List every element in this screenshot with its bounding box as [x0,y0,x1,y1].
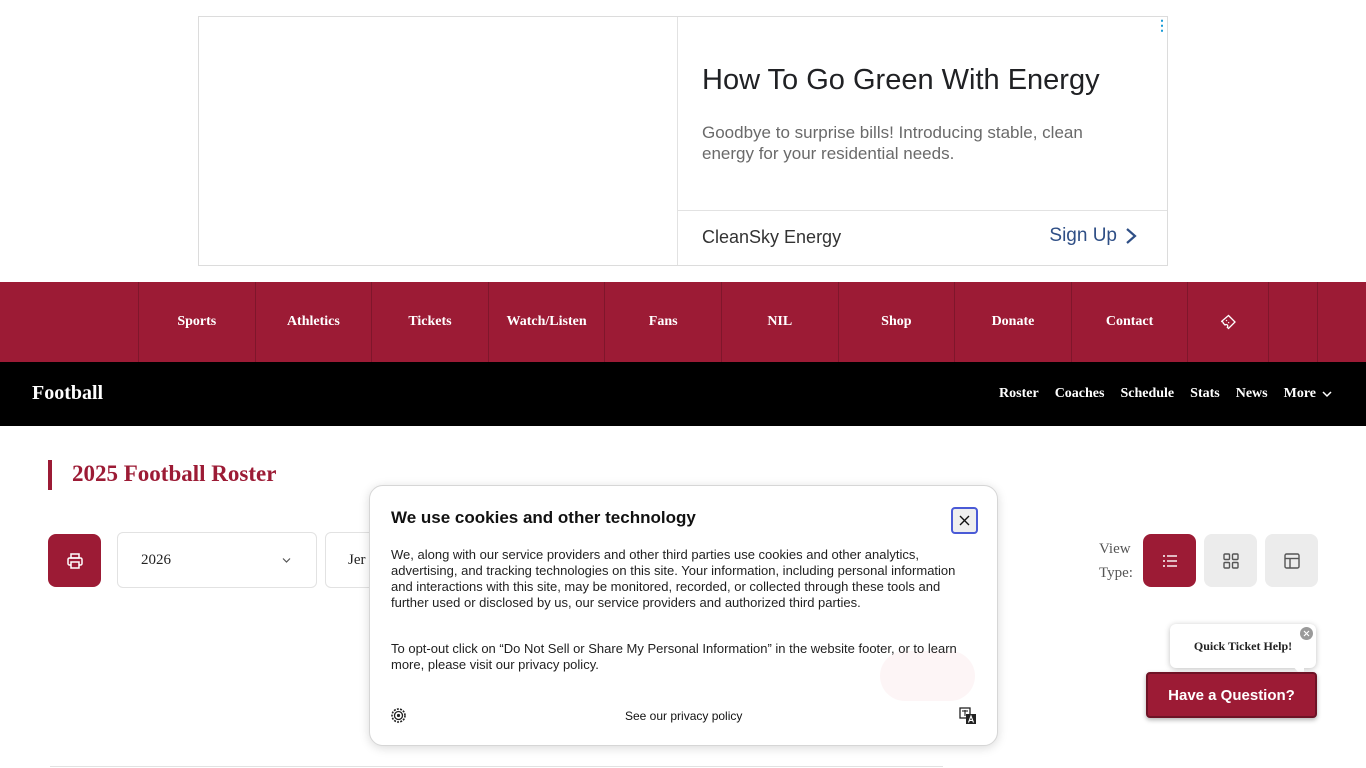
sort-select-value: Jer [348,551,366,568]
main-nav-items: Sports Athletics Tickets Watch/Listen Fa… [138,282,1319,362]
printer-icon [66,552,83,569]
table-view-button[interactable] [1265,534,1318,587]
nav-item-athletics[interactable]: Athletics [256,282,373,362]
cookie-close-button[interactable] [951,507,978,534]
ad-advertiser[interactable]: CleanSky Energy [702,227,841,248]
ad-options-icon[interactable]: ⋮ [1155,18,1169,33]
ad-divider [677,17,678,265]
list-view-button[interactable] [1143,534,1196,587]
quick-ticket-help-bubble[interactable]: Quick Ticket Help! [1170,624,1316,668]
ad-separator [678,210,1167,211]
page-title: 2025 Football Roster [72,461,277,486]
nav-item-watch-listen[interactable]: Watch/Listen [489,282,606,362]
nav-item-shop[interactable]: Shop [839,282,956,362]
ad-body[interactable]: Goodbye to surprise bills! Introducing s… [702,122,1132,164]
ad-sign-up-button[interactable]: Sign Up [1049,225,1137,247]
nav-item-nil[interactable]: NIL [722,282,839,362]
sport-subnav-links: Roster Coaches Schedule Stats News More [999,362,1332,426]
cookie-settings-icon[interactable] [390,707,407,724]
chevron-down-icon [1322,391,1332,398]
nav-ticket-button[interactable] [1188,282,1270,362]
content-divider [50,766,943,767]
translate-icon[interactable] [959,707,977,725]
ad-title[interactable]: How To Go Green With Energy [702,64,1100,97]
table-icon [1283,552,1300,569]
chat-bubble-close-button[interactable] [1300,627,1313,640]
advertisement[interactable]: ⋮ How To Go Green With Energy Goodbye to… [198,16,1169,266]
cookie-opt-out-text: To opt-out click on “Do Not Sell or Shar… [391,641,957,672]
nav-item-tickets[interactable]: Tickets [372,282,489,362]
heading-accent-bar [48,460,52,490]
subnav-coaches[interactable]: Coaches [1055,386,1105,402]
ad-image[interactable] [199,17,677,265]
subnav-more-label: More [1283,386,1316,401]
nav-item-sports[interactable]: Sports [139,282,256,362]
close-icon [959,515,970,526]
subnav-news[interactable]: News [1236,386,1268,402]
subnav-stats[interactable]: Stats [1190,386,1220,402]
subnav-roster[interactable]: Roster [999,386,1039,402]
cookie-consent-dialog: We use cookies and other technology We, … [369,485,998,746]
chevron-down-icon [282,558,291,563]
subnav-more[interactable]: More [1284,386,1332,402]
sport-subnav: Football Roster Coaches Schedule Stats N… [0,362,1366,426]
ticket-icon [1221,314,1237,330]
nav-item-donate[interactable]: Donate [955,282,1072,362]
grid-icon [1222,552,1239,569]
print-button[interactable] [48,534,101,587]
cookie-title: We use cookies and other technology [391,508,696,527]
privacy-policy-link[interactable]: See our privacy policy [625,709,742,723]
view-type-label: View Type: [1099,541,1133,581]
close-icon [1303,630,1310,637]
sport-title[interactable]: Football [32,382,103,405]
grid-view-button[interactable] [1204,534,1257,587]
nav-item-contact[interactable]: Contact [1072,282,1189,362]
chevron-right-icon [1126,228,1137,244]
main-navigation: Sports Athletics Tickets Watch/Listen Fa… [0,282,1366,362]
subnav-schedule[interactable]: Schedule [1120,386,1174,402]
season-select-value: 2026 [141,551,171,568]
have-a-question-button[interactable]: Have a Question? [1146,672,1317,718]
list-icon [1162,554,1177,567]
nav-item-fans[interactable]: Fans [605,282,722,362]
cookie-description: We, along with our service providers and… [391,547,956,610]
nav-item-blank[interactable] [1269,282,1319,362]
ad-cta-label: Sign Up [1049,225,1117,246]
season-select[interactable]: 2026 [117,532,317,588]
